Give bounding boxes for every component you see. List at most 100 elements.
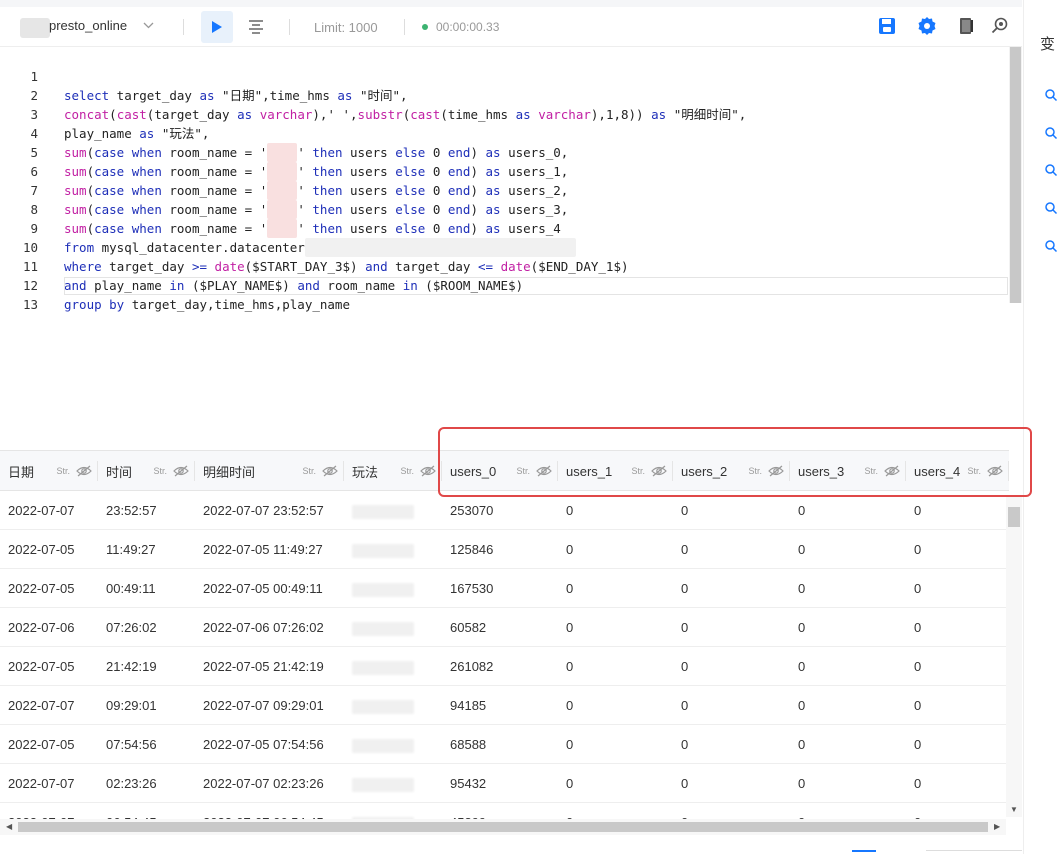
table-cell[interactable]: 0 — [790, 764, 906, 803]
table-cell[interactable]: 2022-07-06 — [0, 608, 98, 647]
database-select[interactable]: presto_online — [49, 18, 154, 33]
table-cell[interactable]: 0 — [906, 647, 1009, 686]
editor-scrollbar[interactable] — [1009, 47, 1022, 303]
table-cell[interactable]: 2022-07-05 00:49:11 — [195, 569, 344, 608]
table-row[interactable]: 2022-07-07 09:29:01 2022-07-07 09:29:01 941… — [0, 686, 1009, 725]
table-cell[interactable]: 09:29:01 — [98, 686, 195, 725]
run-button[interactable] — [201, 11, 233, 43]
table-cell[interactable]: 2022-07-07 02:23:26 — [195, 764, 344, 803]
search-icon[interactable] — [1044, 239, 1057, 253]
table-row[interactable]: 2022-07-05 00:49:11 2022-07-05 00:49:11 167… — [0, 569, 1009, 608]
grid-horizontal-scrollbar[interactable]: ◀ ▶ — [0, 819, 1006, 835]
table-cell[interactable]: 0 — [673, 725, 790, 764]
hide-column-icon[interactable] — [76, 465, 92, 477]
table-cell[interactable]: 2022-07-05 — [0, 530, 98, 569]
table-cell[interactable]: 2022-07-05 07:54:56 — [195, 725, 344, 764]
table-cell[interactable]: 2022-07-07 09:29:01 — [195, 686, 344, 725]
table-cell[interactable]: 0 — [558, 764, 673, 803]
table-cell[interactable]: 07:26:02 — [98, 608, 195, 647]
table-cell[interactable]: 0 — [558, 530, 673, 569]
table-cell[interactable]: 0 — [673, 569, 790, 608]
sql-editor[interactable]: 1 select target_day as "日期",time_hms as … — [0, 47, 1009, 447]
table-cell[interactable]: 0 — [558, 608, 673, 647]
table-cell[interactable]: 0 — [558, 686, 673, 725]
table-cell[interactable]: 0 — [673, 647, 790, 686]
table-cell[interactable]: 11:49:27 — [98, 530, 195, 569]
table-cell[interactable]: 0 — [673, 686, 790, 725]
table-cell[interactable] — [344, 725, 442, 764]
column-header[interactable]: 日期 Str. — [0, 451, 98, 491]
table-cell[interactable]: 0 — [558, 569, 673, 608]
table-cell[interactable]: 2022-07-05 21:42:19 — [195, 647, 344, 686]
table-cell[interactable]: 2022-07-07 — [0, 491, 98, 530]
table-cell[interactable] — [344, 608, 442, 647]
table-cell[interactable]: 2022-07-06 07:26:02 — [195, 608, 344, 647]
search-icon[interactable] — [1044, 126, 1057, 140]
pagination-indicator[interactable] — [852, 850, 876, 854]
table-cell[interactable] — [344, 491, 442, 530]
table-cell[interactable]: 94185 — [442, 686, 558, 725]
table-cell[interactable] — [344, 530, 442, 569]
table-cell[interactable]: 2022-07-07 — [0, 686, 98, 725]
editor-scrollbar-thumb[interactable] — [1010, 47, 1021, 303]
table-cell[interactable]: 2022-07-07 23:52:57 — [195, 491, 344, 530]
scroll-right-arrow-icon[interactable]: ▶ — [994, 822, 1000, 831]
table-cell[interactable]: 0 — [790, 725, 906, 764]
table-cell[interactable]: 95432 — [442, 764, 558, 803]
hide-column-icon[interactable] — [322, 465, 338, 477]
table-cell[interactable]: 0 — [906, 530, 1009, 569]
search-icon[interactable] — [1044, 201, 1057, 215]
hide-column-icon[interactable] — [420, 465, 436, 477]
docs-button[interactable] — [956, 16, 976, 36]
table-row[interactable]: 2022-07-07 02:23:26 2022-07-07 02:23:26 954… — [0, 764, 1009, 803]
table-cell[interactable]: 0 — [673, 608, 790, 647]
scroll-down-arrow-icon[interactable]: ▼ — [1010, 805, 1018, 814]
grid-vertical-scrollbar[interactable]: ▼ — [1006, 497, 1022, 817]
table-row[interactable]: 2022-07-05 11:49:27 2022-07-05 11:49:27 125… — [0, 530, 1009, 569]
pagination-control[interactable] — [926, 850, 1022, 854]
table-cell[interactable] — [344, 647, 442, 686]
table-cell[interactable]: 261082 — [442, 647, 558, 686]
table-cell[interactable]: 00:49:11 — [98, 569, 195, 608]
table-cell[interactable]: 0 — [906, 764, 1009, 803]
column-header[interactable]: 明细时间 Str. — [195, 451, 344, 491]
table-cell[interactable]: 0 — [790, 686, 906, 725]
column-header[interactable]: 玩法 Str. — [344, 451, 442, 491]
table-cell[interactable]: 2022-07-05 — [0, 647, 98, 686]
table-cell[interactable]: 2022-07-05 — [0, 569, 98, 608]
table-cell[interactable]: 0 — [673, 764, 790, 803]
search-icon[interactable] — [1044, 88, 1057, 102]
table-cell[interactable]: 2022-07-07 — [0, 764, 98, 803]
table-cell[interactable]: 2022-07-05 11:49:27 — [195, 530, 344, 569]
table-cell[interactable]: 0 — [790, 608, 906, 647]
hide-column-icon[interactable] — [173, 465, 189, 477]
save-button[interactable] — [877, 16, 897, 36]
table-cell[interactable]: 0 — [790, 647, 906, 686]
table-cell[interactable]: 125846 — [442, 530, 558, 569]
table-cell[interactable] — [344, 686, 442, 725]
table-row[interactable]: 2022-07-05 07:54:56 2022-07-05 07:54:56 685… — [0, 725, 1009, 764]
table-cell[interactable]: 02:23:26 — [98, 764, 195, 803]
column-header[interactable]: 时间 Str. — [98, 451, 195, 491]
table-cell[interactable]: 0 — [558, 647, 673, 686]
table-cell[interactable]: 0 — [790, 569, 906, 608]
table-cell[interactable]: 07:54:56 — [98, 725, 195, 764]
grid-vertical-scrollbar-thumb[interactable] — [1008, 507, 1020, 527]
settings-button[interactable] — [917, 16, 937, 36]
format-button[interactable] — [247, 18, 265, 36]
limit-label[interactable]: Limit: 1000 — [314, 20, 378, 35]
table-cell[interactable]: 68588 — [442, 725, 558, 764]
table-cell[interactable]: 0 — [906, 686, 1009, 725]
table-row[interactable]: 2022-07-05 21:42:19 2022-07-05 21:42:19 261… — [0, 647, 1009, 686]
table-cell[interactable]: 2022-07-05 — [0, 725, 98, 764]
table-cell[interactable] — [344, 764, 442, 803]
table-cell[interactable]: 0 — [673, 530, 790, 569]
table-cell[interactable]: 23:52:57 — [98, 491, 195, 530]
table-cell[interactable]: 0 — [906, 569, 1009, 608]
scroll-left-arrow-icon[interactable]: ◀ — [6, 822, 12, 831]
table-cell[interactable]: 167530 — [442, 569, 558, 608]
active-line[interactable] — [64, 277, 1008, 295]
table-cell[interactable]: 0 — [790, 530, 906, 569]
find-button[interactable] — [990, 16, 1010, 36]
table-cell[interactable] — [344, 569, 442, 608]
